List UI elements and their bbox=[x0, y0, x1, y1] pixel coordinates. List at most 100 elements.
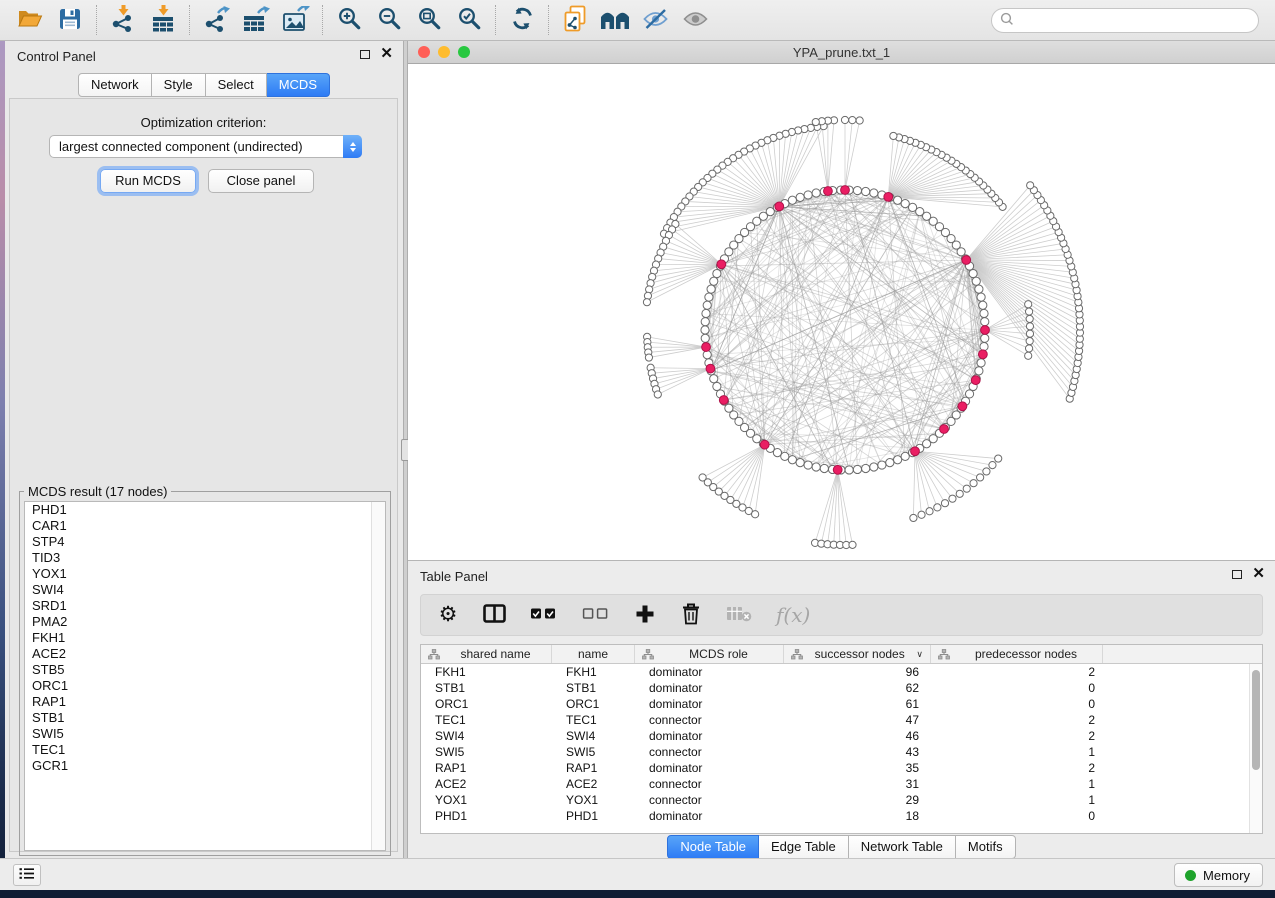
graph-node[interactable] bbox=[975, 367, 983, 375]
tab-network[interactable]: Network bbox=[78, 73, 152, 97]
mcds-result-item[interactable]: CAR1 bbox=[25, 518, 385, 534]
add-column-button[interactable] bbox=[634, 604, 656, 627]
graph-node[interactable] bbox=[1025, 352, 1032, 359]
graph-node[interactable] bbox=[703, 351, 711, 359]
mcds-graph-node[interactable] bbox=[824, 187, 833, 196]
mcds-result-list[interactable]: PHD1CAR1STP4TID3YOX1SWI4SRD1PMA2FKH1ACE2… bbox=[24, 501, 386, 851]
network-canvas[interactable] bbox=[408, 64, 1275, 560]
zoom-selected-button[interactable] bbox=[449, 3, 489, 37]
apply-layout-button[interactable] bbox=[502, 3, 542, 37]
mcds-graph-node[interactable] bbox=[911, 447, 920, 456]
graph-node[interactable] bbox=[981, 334, 989, 342]
close-table-panel-icon[interactable]: ✕ bbox=[1252, 569, 1265, 579]
graph-node[interactable] bbox=[812, 118, 819, 125]
open-file-button[interactable] bbox=[10, 3, 50, 37]
table-tab-node-table[interactable]: Node Table bbox=[667, 835, 759, 859]
mcds-graph-node[interactable] bbox=[841, 186, 850, 195]
graph-node[interactable] bbox=[980, 342, 988, 350]
mcds-graph-node[interactable] bbox=[971, 376, 980, 385]
table-row[interactable]: FKH1FKH1dominator962 bbox=[421, 664, 1249, 680]
task-history-button[interactable] bbox=[13, 864, 41, 886]
graph-node[interactable] bbox=[1026, 337, 1033, 344]
graph-node[interactable] bbox=[910, 514, 917, 521]
graph-node[interactable] bbox=[970, 480, 977, 487]
graph-node[interactable] bbox=[1027, 182, 1034, 189]
mcds-result-item[interactable]: YOX1 bbox=[25, 566, 385, 582]
graph-node[interactable] bbox=[949, 495, 956, 502]
table-row[interactable]: YOX1YOX1connector291 bbox=[421, 792, 1249, 808]
run-mcds-button[interactable]: Run MCDS bbox=[100, 169, 196, 193]
mcds-result-item[interactable]: SWI5 bbox=[25, 726, 385, 742]
graph-node[interactable] bbox=[645, 354, 652, 361]
select-all-button[interactable] bbox=[530, 607, 558, 623]
zoom-in-button[interactable] bbox=[329, 3, 369, 37]
graph-node[interactable] bbox=[878, 461, 886, 469]
table-row[interactable]: SWI4SWI4dominator462 bbox=[421, 728, 1249, 744]
mcds-result-item[interactable]: SWI4 bbox=[25, 582, 385, 598]
graph-node[interactable] bbox=[841, 116, 848, 123]
graph-node[interactable] bbox=[979, 301, 987, 309]
graph-node[interactable] bbox=[701, 318, 709, 326]
mcds-result-item[interactable]: SRD1 bbox=[25, 598, 385, 614]
graph-node[interactable] bbox=[1025, 301, 1032, 308]
table-scrollbar-thumb[interactable] bbox=[1252, 670, 1260, 770]
mcds-result-item[interactable]: ACE2 bbox=[25, 646, 385, 662]
table-row[interactable]: STB1STB1dominator620 bbox=[421, 680, 1249, 696]
graph-node[interactable] bbox=[796, 459, 804, 467]
graph-node[interactable] bbox=[849, 117, 856, 124]
graph-node[interactable] bbox=[710, 277, 718, 285]
zoom-out-button[interactable] bbox=[369, 3, 409, 37]
graph-node[interactable] bbox=[894, 196, 902, 204]
minimize-window-icon[interactable] bbox=[438, 46, 450, 58]
tab-select[interactable]: Select bbox=[206, 73, 267, 97]
mcds-result-item[interactable]: ORC1 bbox=[25, 678, 385, 694]
mcds-graph-node[interactable] bbox=[760, 440, 769, 449]
graph-node[interactable] bbox=[703, 301, 711, 309]
graph-node[interactable] bbox=[941, 500, 948, 507]
graph-node[interactable] bbox=[901, 200, 909, 208]
table-tab-network-table[interactable]: Network Table bbox=[849, 835, 956, 859]
graph-node[interactable] bbox=[965, 390, 973, 398]
mcds-result-item[interactable]: PMA2 bbox=[25, 614, 385, 630]
graph-node[interactable] bbox=[796, 193, 804, 201]
table-row[interactable]: TEC1TEC1connector472 bbox=[421, 712, 1249, 728]
graph-node[interactable] bbox=[1025, 308, 1032, 315]
mcds-result-item[interactable]: STB1 bbox=[25, 710, 385, 726]
table-tab-motifs[interactable]: Motifs bbox=[956, 835, 1016, 859]
graph-node[interactable] bbox=[705, 293, 713, 301]
graph-node[interactable] bbox=[853, 465, 861, 473]
optimization-criterion-select[interactable]: largest connected component (undirected) bbox=[49, 135, 362, 158]
mcds-graph-node[interactable] bbox=[706, 364, 715, 373]
graph-node[interactable] bbox=[788, 456, 796, 464]
graph-node[interactable] bbox=[1025, 345, 1032, 352]
graph-node[interactable] bbox=[908, 203, 916, 211]
tab-mcds[interactable]: MCDS bbox=[267, 73, 330, 97]
graph-node[interactable] bbox=[975, 285, 983, 293]
graph-node[interactable] bbox=[849, 541, 856, 548]
table-tab-edge-table[interactable]: Edge Table bbox=[759, 835, 849, 859]
graph-node[interactable] bbox=[956, 490, 963, 497]
graph-node[interactable] bbox=[702, 309, 710, 317]
graph-node[interactable] bbox=[977, 293, 985, 301]
graph-node[interactable] bbox=[781, 452, 789, 460]
graph-node[interactable] bbox=[870, 463, 878, 471]
mcds-graph-node[interactable] bbox=[702, 343, 711, 352]
graph-node[interactable] bbox=[845, 466, 853, 474]
graph-node[interactable] bbox=[713, 269, 721, 277]
graph-node[interactable] bbox=[969, 269, 977, 277]
graph-node[interactable] bbox=[713, 382, 721, 390]
table-row[interactable]: SWI5SWI5connector431 bbox=[421, 744, 1249, 760]
mcds-result-item[interactable]: STP4 bbox=[25, 534, 385, 550]
mcds-result-item[interactable]: PHD1 bbox=[25, 502, 385, 518]
mcds-graph-node[interactable] bbox=[962, 256, 971, 265]
mcds-result-item[interactable]: FKH1 bbox=[25, 630, 385, 646]
mcds-result-item[interactable]: RAP1 bbox=[25, 694, 385, 710]
graph-node[interactable] bbox=[701, 326, 709, 334]
export-network-button[interactable] bbox=[196, 3, 236, 37]
graph-node[interactable] bbox=[918, 511, 925, 518]
graph-node[interactable] bbox=[926, 508, 933, 515]
graph-node[interactable] bbox=[862, 464, 870, 472]
duplicate-network-button[interactable] bbox=[555, 3, 595, 37]
close-panel-button[interactable]: Close panel bbox=[208, 169, 314, 193]
graph-node[interactable] bbox=[862, 187, 870, 195]
